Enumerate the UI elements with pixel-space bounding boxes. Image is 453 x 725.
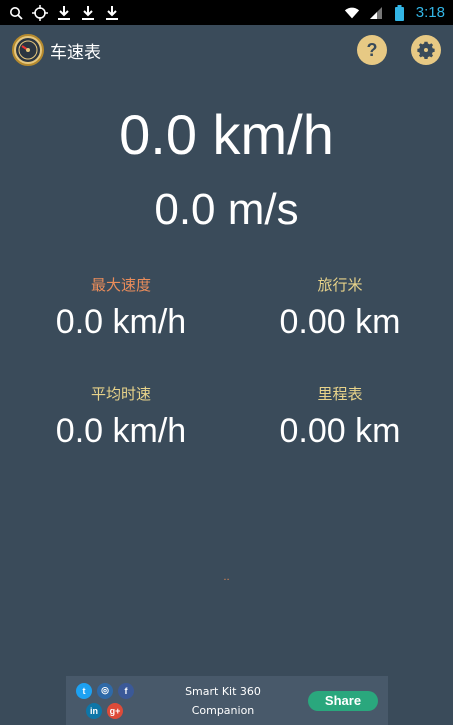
facebook-icon[interactable]: f: [118, 682, 134, 699]
wifi-icon: [344, 5, 360, 21]
stat-max-speed: 最大速度 0.0 km/h: [8, 274, 234, 342]
app-actions: ?: [357, 35, 441, 65]
status-left: [8, 4, 120, 21]
battery-icon: [392, 4, 408, 21]
stat-avg-speed-label: 平均时速: [90, 385, 151, 403]
stat-trip: 旅行米 0.00 km: [227, 274, 453, 342]
social-icons: t ◎ f in g+: [76, 682, 138, 719]
status-bar: 3:18: [0, 0, 453, 25]
ad-line1: Smart Kit 360: [185, 684, 261, 698]
speed-ms: 0.0 m/s: [154, 185, 299, 234]
linkedin-icon[interactable]: in: [86, 702, 102, 719]
stat-trip-value: 0.00 km: [279, 303, 401, 341]
crosshair-icon: [32, 4, 48, 21]
stat-avg-speed-value: 0.0 km/h: [55, 412, 187, 450]
app-bar: 车速表 ?: [0, 25, 453, 75]
download-icon: [56, 5, 72, 21]
speed-kmh: 0.0 km/h: [119, 103, 334, 166]
stat-odometer: 里程表 0.00 km: [227, 383, 453, 451]
stat-max-speed-value: 0.0 km/h: [55, 303, 187, 341]
gps-indicator: ..: [223, 572, 230, 583]
download-icon: [104, 5, 120, 21]
settings-button[interactable]: [411, 35, 441, 65]
help-button[interactable]: ?: [357, 35, 387, 65]
instagram-icon[interactable]: ◎: [97, 682, 113, 699]
speedometer-icon: [12, 34, 44, 66]
gear-icon: [417, 41, 435, 59]
ad-banner[interactable]: t ◎ f in g+ Smart Kit 360 Companion Shar…: [66, 676, 388, 725]
googleplus-icon[interactable]: g+: [107, 702, 123, 719]
stat-avg-speed: 平均时速 0.0 km/h: [8, 383, 234, 451]
help-icon: ?: [366, 39, 378, 60]
status-time: 3:18: [415, 4, 445, 21]
status-right: 3:18: [344, 4, 445, 21]
ad-text: Smart Kit 360 Companion: [138, 682, 308, 720]
share-button[interactable]: Share: [308, 690, 378, 711]
stat-odometer-label: 里程表: [317, 385, 363, 403]
stat-max-speed-label: 最大速度: [90, 276, 151, 294]
stat-trip-label: 旅行米: [317, 276, 363, 294]
app-title: 车速表: [50, 42, 101, 63]
signal-icon: [368, 5, 384, 21]
ad-line2: Companion: [191, 703, 255, 717]
search-icon: [8, 5, 24, 21]
stat-odometer-value: 0.00 km: [279, 412, 401, 450]
twitter-icon[interactable]: t: [76, 682, 92, 699]
download-icon: [80, 5, 96, 21]
